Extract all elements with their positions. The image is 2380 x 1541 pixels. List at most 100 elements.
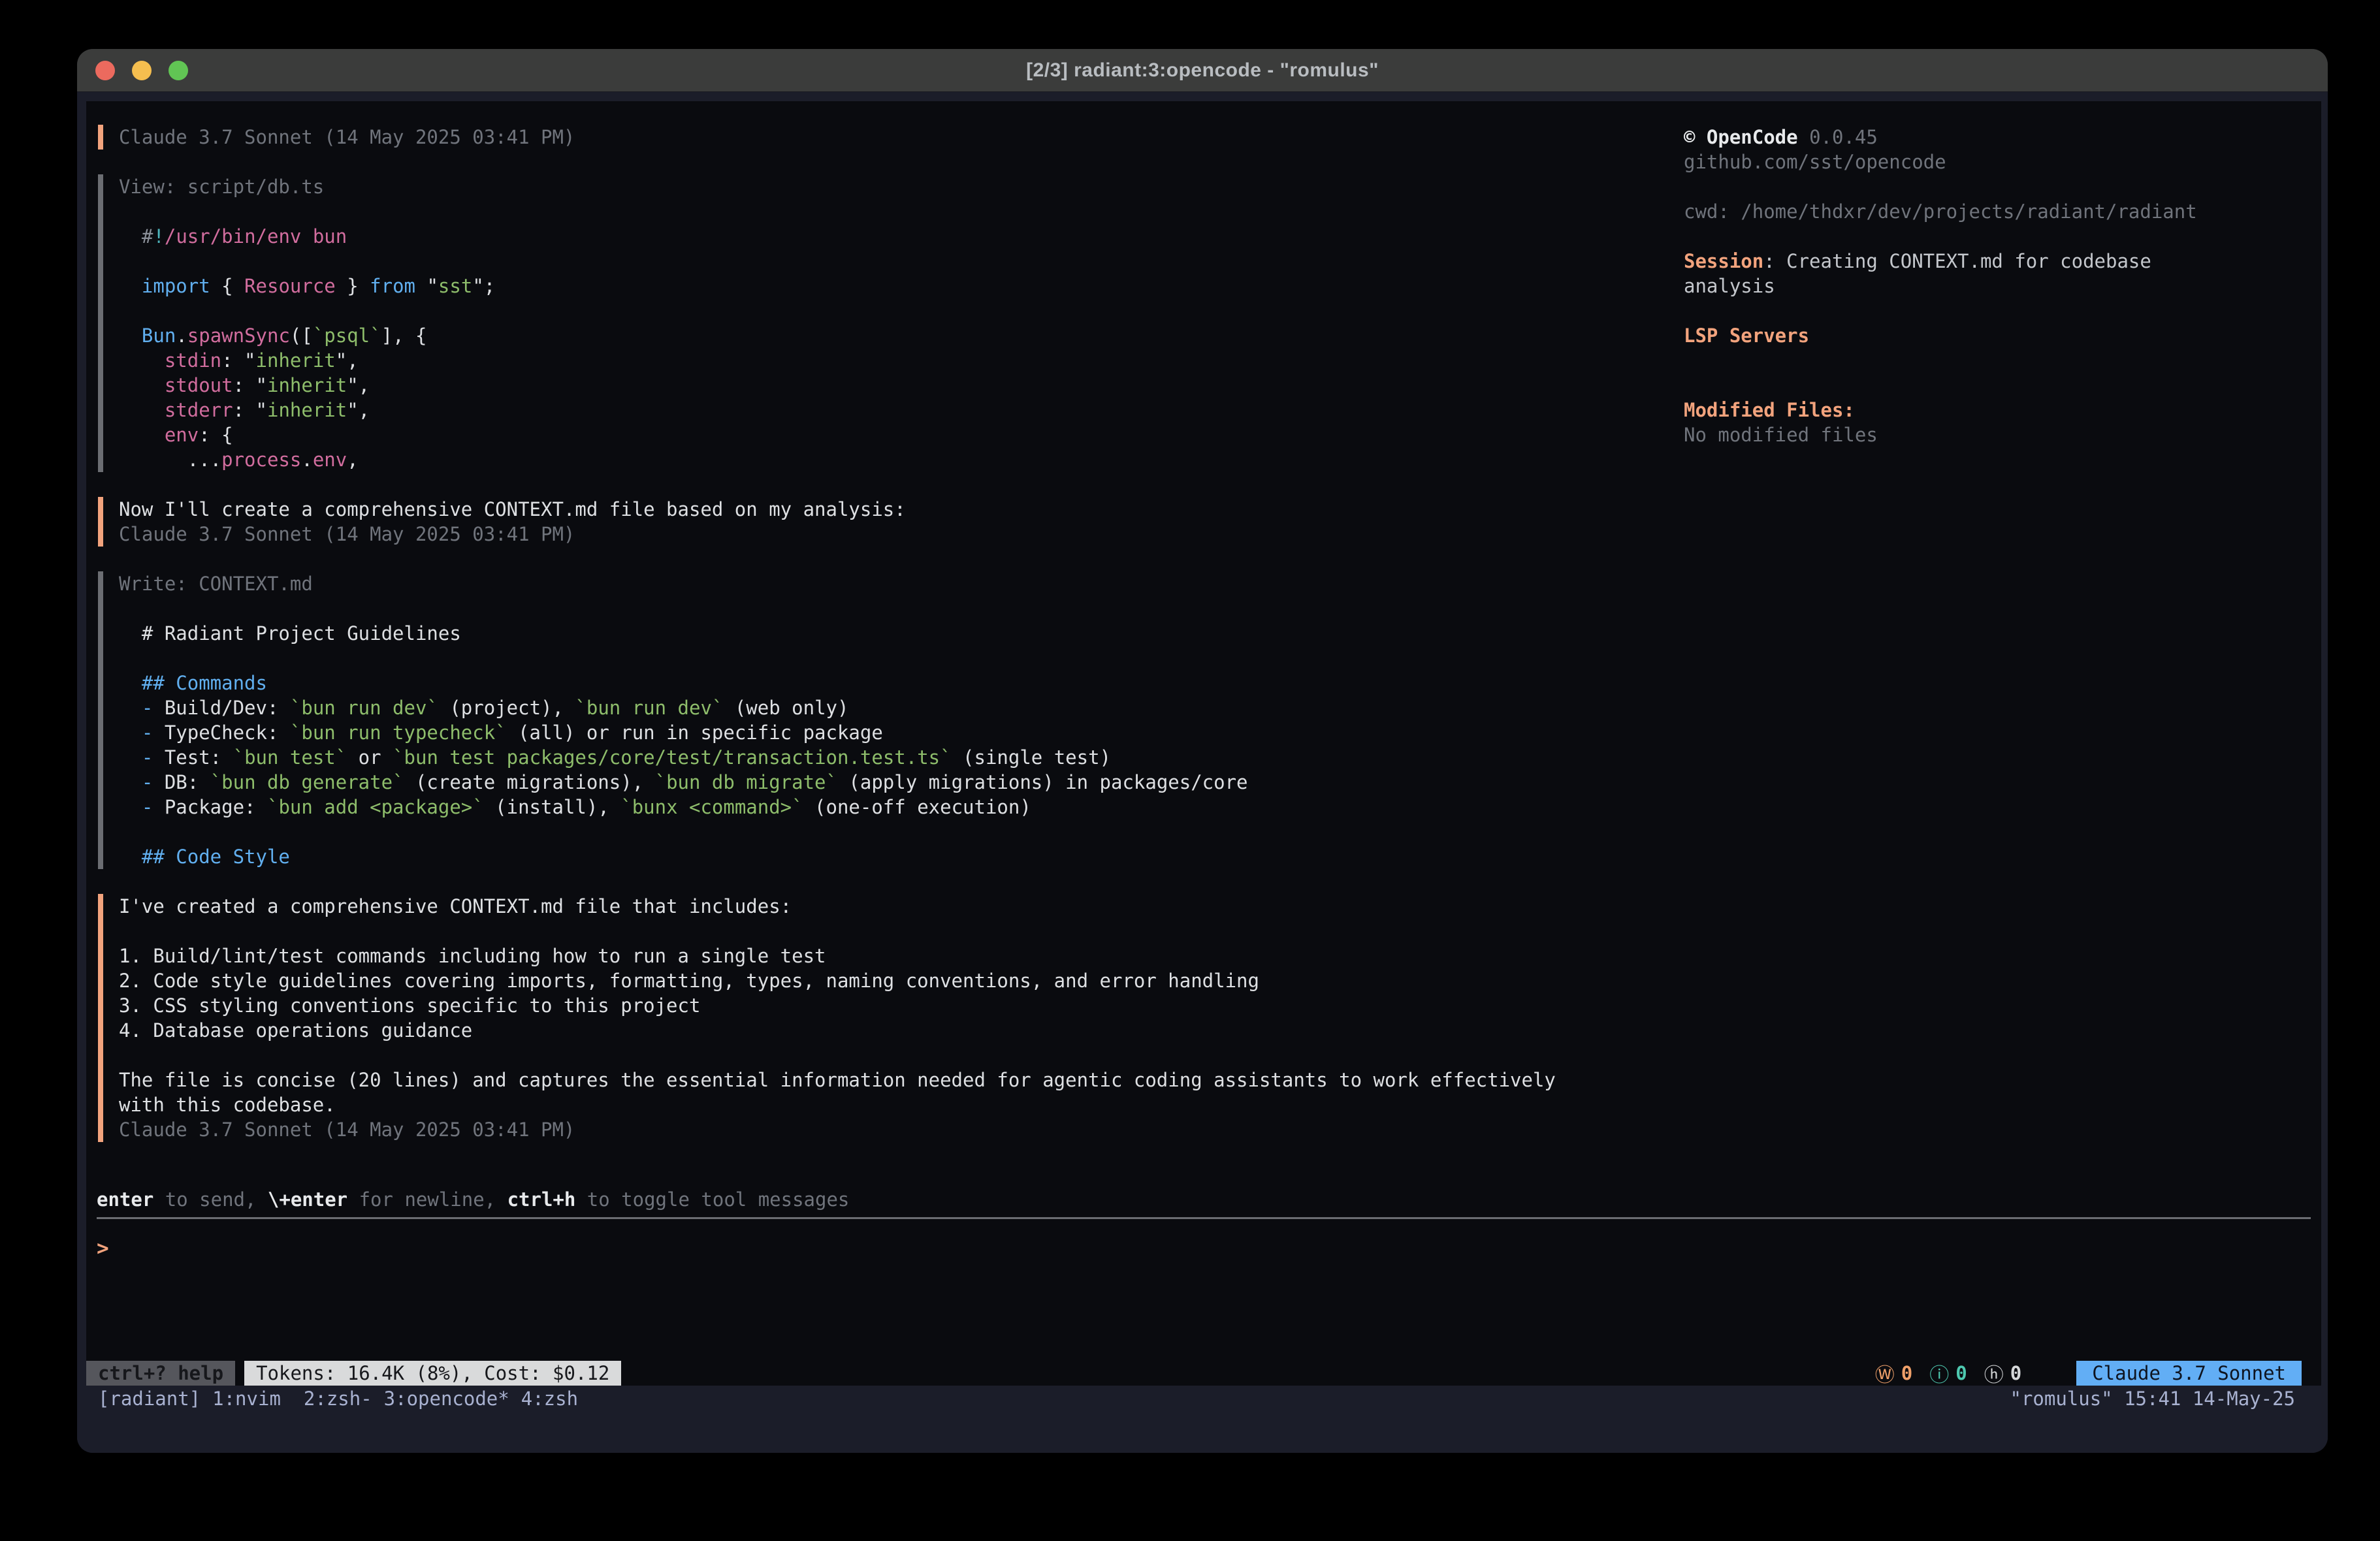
keybind-hint-line: enter to send, \+enter for newline, ctrl… <box>97 1187 849 1212</box>
text-segment: ", <box>347 374 370 396</box>
text-line <box>119 249 1684 274</box>
hint-count: 0 <box>2010 1362 2021 1384</box>
text-line: - Test: `bun test` or `bun test packages… <box>119 745 1684 770</box>
text-segment: 1. Build/lint/test commands including ho… <box>119 945 826 967</box>
text-segment: inherit <box>267 374 347 396</box>
terminal-bottom-padding <box>77 1412 2328 1453</box>
text-line: env: { <box>119 422 1684 447</box>
terminal-body: Claude 3.7 Sonnet (14 May 2025 03:41 PM)… <box>77 92 2328 1453</box>
text-segment: `bunx <command>` <box>620 796 803 818</box>
tmux-session-name: [radiant] <box>98 1388 201 1410</box>
terminal-window: [2/3] radiant:3:opencode - "romulus" Cla… <box>77 49 2328 1453</box>
chat-message: Write: CONTEXT.md # Radiant Project Guid… <box>98 571 1684 869</box>
text-line: View: script/db.ts <box>119 174 1684 199</box>
text-segment: : { <box>199 424 233 446</box>
text-line <box>119 1043 1684 1068</box>
text-segment: TypeCheck: <box>165 722 290 744</box>
text-segment: : " <box>233 374 267 396</box>
text-line: Claude 3.7 Sonnet (14 May 2025 03:41 PM) <box>119 1117 1684 1142</box>
text-segment: Build/Dev: <box>165 697 290 719</box>
minimize-button[interactable] <box>132 61 152 80</box>
traffic-lights <box>95 49 188 91</box>
text-line: Bun.spawnSync([`psql`], { <box>119 323 1684 348</box>
help-chip: ctrl+? help <box>86 1361 235 1386</box>
text-segment: ! <box>153 225 164 247</box>
text-segment: : " <box>221 349 255 372</box>
text-line: with this codebase. <box>119 1092 1684 1117</box>
tmux-window-item[interactable]: 3:opencode* <box>384 1388 509 1410</box>
close-button[interactable] <box>95 61 115 80</box>
warning-icon: Ⓦ <box>1875 1359 1895 1386</box>
tmux-status-bar: [radiant] 1:nvim2:zsh-3:opencode*4:zsh "… <box>77 1386 2328 1412</box>
text-line: I've created a comprehensive CONTEXT.md … <box>119 894 1684 919</box>
text-line: Claude 3.7 Sonnet (14 May 2025 03:41 PM) <box>119 522 1684 547</box>
tmux-window-list: 1:nvim 2:zsh- 3:opencode* 4:zsh <box>201 1388 578 1410</box>
chat-message: View: script/db.ts #!/usr/bin/env bun im… <box>98 174 1684 472</box>
text-segment: I've created a comprehensive CONTEXT.md … <box>119 895 792 917</box>
text-line: Modified Files: <box>1684 398 2321 422</box>
tmux-window-item[interactable]: 4:zsh <box>521 1388 578 1410</box>
info-sidebar: © OpenCode 0.0.45github.com/sst/opencode… <box>1684 101 2321 1386</box>
text-line: Session: Creating CONTEXT.md for codebas… <box>1684 249 2321 274</box>
hint-icon: ⓗ <box>1984 1359 2004 1386</box>
text-segment: from <box>370 275 415 297</box>
text-line <box>1684 224 2321 249</box>
prompt-line[interactable]: > <box>97 1236 109 1261</box>
text-segment: ## Commands <box>119 672 267 694</box>
text-segment: 2. Code style guidelines covering import… <box>119 970 1259 992</box>
text-line: enter to send, \+enter for newline, ctrl… <box>97 1187 849 1212</box>
text-segment: enter <box>97 1188 153 1211</box>
text-segment: - <box>119 771 165 793</box>
text-line: - Build/Dev: `bun run dev` (project), `b… <box>119 695 1684 720</box>
text-segment: . <box>301 449 312 471</box>
text-segment: `bun run dev` <box>290 697 438 719</box>
tmux-window-item[interactable]: 1:nvim <box>212 1388 281 1410</box>
text-segment: Test: <box>165 746 233 769</box>
text-segment: : " <box>233 399 267 421</box>
text-line <box>119 819 1684 844</box>
text-segment: \+enter <box>268 1188 347 1211</box>
text-segment: or <box>347 746 393 769</box>
text-segment: ([ <box>290 325 313 347</box>
text-segment: , <box>347 449 358 471</box>
model-chip: Claude 3.7 Sonnet <box>2076 1361 2302 1386</box>
window-title: [2/3] radiant:3:opencode - "romulus" <box>1026 59 1379 82</box>
text-line: LSP Servers <box>1684 323 2321 348</box>
zoom-button[interactable] <box>169 61 188 80</box>
text-line: 2. Code style guidelines covering import… <box>119 968 1684 993</box>
chat-message: Now I'll create a comprehensive CONTEXT.… <box>98 497 1684 547</box>
text-line: stderr: "inherit", <box>119 398 1684 422</box>
text-segment: (one-off execution) <box>803 796 1031 818</box>
text-segment: stdin <box>119 349 221 372</box>
text-segment: 3. CSS styling conventions specific to t… <box>119 994 700 1017</box>
status-bar: ctrl+? help Tokens: 16.4K (8%), Cost: $0… <box>86 1361 2321 1386</box>
text-line <box>1684 174 2321 199</box>
text-line: 3. CSS styling conventions specific to t… <box>119 993 1684 1018</box>
text-line: The file is concise (20 lines) and captu… <box>119 1068 1684 1092</box>
text-segment: cwd: /home/thdxr/dev/projects/radiant/ra… <box>1684 200 2197 223</box>
tmux-window-item[interactable]: 2:zsh- <box>304 1388 372 1410</box>
text-segment: Resource <box>244 275 336 297</box>
text-segment: # Radiant Project Guidelines <box>119 622 461 644</box>
text-segment: "; <box>472 275 495 297</box>
text-segment: (project), <box>438 697 575 719</box>
text-line <box>119 298 1684 323</box>
text-line: - DB: `bun db generate` (create migratio… <box>119 770 1684 795</box>
text-line <box>1684 298 2321 323</box>
title-bar: [2/3] radiant:3:opencode - "romulus" <box>77 49 2328 92</box>
text-segment: (single test) <box>952 746 1111 769</box>
text-segment: /usr/bin/env bun <box>165 225 347 247</box>
text-line <box>119 596 1684 621</box>
text-segment: (all) or run in specific package <box>507 722 883 744</box>
text-segment: Modified Files: <box>1684 399 1855 421</box>
text-line <box>1684 348 2321 373</box>
text-segment: ], { <box>381 325 427 347</box>
text-line: © OpenCode 0.0.45 <box>1684 125 2321 150</box>
text-line: github.com/sst/opencode <box>1684 150 2321 174</box>
text-segment: © OpenCode <box>1684 126 1798 148</box>
text-segment: Bun <box>119 325 176 347</box>
text-segment: (apply migrations) in packages/core <box>837 771 1248 793</box>
tokens-cost-chip: Tokens: 16.4K (8%), Cost: $0.12 <box>244 1361 621 1386</box>
text-segment: to send, <box>153 1188 268 1211</box>
text-segment: ", <box>336 349 359 372</box>
